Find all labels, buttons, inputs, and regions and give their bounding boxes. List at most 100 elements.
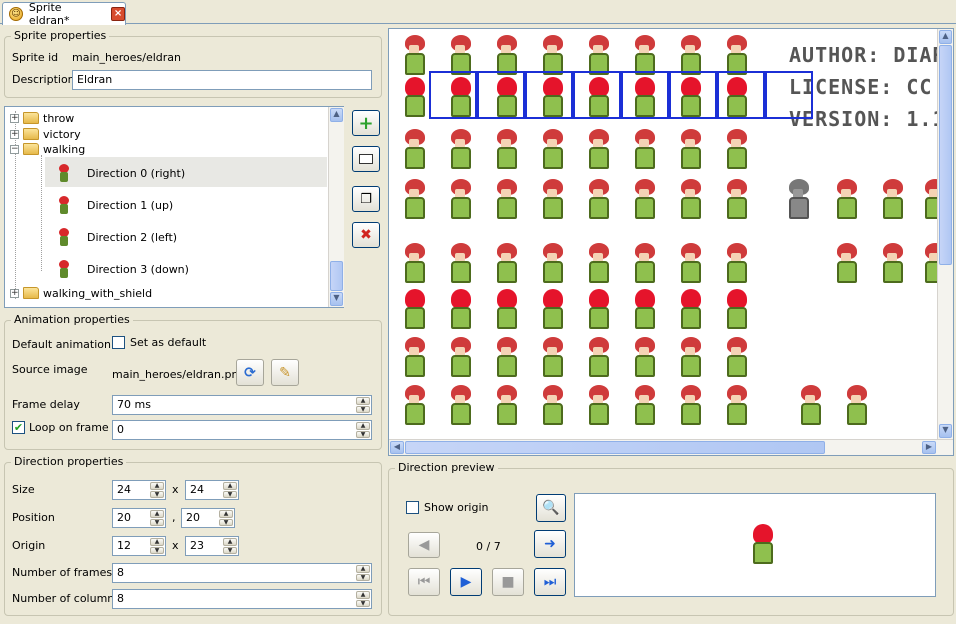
origin-x-spinner[interactable]: ▲ ▼ <box>150 538 164 554</box>
description-label: Description <box>12 73 75 86</box>
delete-button[interactable]: ✖ <box>352 222 380 248</box>
size-width-field[interactable]: 24 ▲ ▼ <box>112 480 166 500</box>
tree-item-throw[interactable]: + throw <box>10 110 74 126</box>
size-height-field[interactable]: 24 ▲ ▼ <box>185 480 239 500</box>
loop-frame-field[interactable]: 0 ▲ ▼ <box>112 420 372 440</box>
position-separator: , <box>172 511 176 524</box>
refresh-image-button[interactable]: ⟳ <box>236 359 264 386</box>
sprite-frame <box>535 333 569 381</box>
scroll-down-icon[interactable]: ▼ <box>330 292 343 306</box>
first-frame-button[interactable]: ⏮ <box>408 568 440 596</box>
frame-delay-spinner[interactable]: ▲ ▼ <box>356 397 370 413</box>
tree-item-direction-1[interactable]: Direction 1 (up) <box>57 193 173 217</box>
size-width-spinner[interactable]: ▲ ▼ <box>150 482 164 498</box>
scroll-down-icon[interactable]: ▼ <box>939 424 952 438</box>
number-of-frames-spinner[interactable]: ▲ ▼ <box>356 565 370 581</box>
position-y-field[interactable]: 20 ▲ ▼ <box>181 508 235 528</box>
frame-selection-rect <box>717 71 765 119</box>
origin-y-field[interactable]: 23 ▲ ▼ <box>185 536 239 556</box>
frame-delay-field[interactable]: 70 ms ▲ ▼ <box>112 395 372 415</box>
show-origin-checkbox[interactable] <box>406 501 419 514</box>
origin-separator: x <box>172 539 179 552</box>
number-of-columns-spinner[interactable]: ▲ ▼ <box>356 591 370 607</box>
tab-sprite-eldran[interactable]: ☺ Sprite eldran* × <box>2 1 126 27</box>
sprite-sheet-view[interactable]: AUTHOR: DIARA LICENSE: CC BY VERSION: 1.… <box>388 28 954 456</box>
sprite-frame <box>443 239 477 287</box>
scroll-right-icon[interactable]: ▶ <box>922 441 936 454</box>
expand-icon[interactable]: + <box>10 288 19 298</box>
size-height-spinner[interactable]: ▲ ▼ <box>223 482 237 498</box>
sprite-frame <box>719 125 753 173</box>
sheet-vertical-scrollbar[interactable]: ▲ ▼ <box>937 29 953 439</box>
collapse-icon[interactable]: − <box>10 144 19 154</box>
position-x-field[interactable]: 20 ▲ ▼ <box>112 508 166 528</box>
tree-item-walking-with-shield[interactable]: + walking_with_shield <box>10 285 152 301</box>
tree-item-direction-0[interactable]: Direction 0 (right) <box>57 161 185 185</box>
tree-scrollbar[interactable]: ▲ ▼ <box>328 107 344 307</box>
set-default-checkbox[interactable] <box>112 336 125 349</box>
previous-frame-button[interactable]: ◀ <box>408 532 440 558</box>
scroll-thumb[interactable] <box>939 45 952 265</box>
tree-item-victory[interactable]: + victory <box>10 126 81 142</box>
zoom-button[interactable]: 🔍 <box>536 494 566 522</box>
position-y-spinner[interactable]: ▲ ▼ <box>219 510 233 526</box>
close-tab-icon[interactable]: × <box>111 7 125 21</box>
origin-y-spinner[interactable]: ▲ ▼ <box>223 538 237 554</box>
frame-selection-rect <box>621 71 669 119</box>
tree-item-walking[interactable]: − walking <box>10 141 85 157</box>
folder-icon <box>23 112 39 124</box>
description-field[interactable]: Eldran <box>72 70 372 90</box>
show-origin-label: Show origin <box>424 501 489 514</box>
sprite-frame <box>839 381 873 429</box>
show-origin-row[interactable]: Show origin <box>406 501 489 514</box>
next-frame-button[interactable]: ➜ <box>534 530 566 558</box>
sheet-license-text: LICENSE: CC BY <box>789 75 954 99</box>
tree-item-label: Direction 1 (up) <box>87 198 174 212</box>
expand-icon[interactable]: + <box>10 113 19 123</box>
sprite-id-label: Sprite id <box>12 51 59 64</box>
scroll-thumb[interactable] <box>405 441 825 454</box>
sprite-frame <box>581 239 615 287</box>
last-frame-button[interactable]: ⏭ <box>534 568 566 596</box>
sprite-frame <box>489 381 523 429</box>
default-animation-label: Default animation <box>12 338 111 351</box>
scroll-thumb[interactable] <box>330 261 343 291</box>
position-x-spinner[interactable]: ▲ ▼ <box>150 510 164 526</box>
tree-item-label: walking <box>43 142 86 156</box>
origin-y-value: 23 <box>190 539 204 552</box>
sprite-frame <box>793 381 827 429</box>
loop-frame-spinner[interactable]: ▲ ▼ <box>356 422 370 438</box>
loop-on-frame-checkbox[interactable]: ✔ <box>12 421 25 434</box>
tree-item-label: Direction 3 (down) <box>87 262 189 276</box>
set-default-checkbox-row[interactable]: Set as default <box>112 336 206 349</box>
expand-icon[interactable]: + <box>10 129 19 139</box>
sprite-frame <box>397 31 431 79</box>
loop-on-frame-row[interactable]: ✔ Loop on frame <box>12 421 109 434</box>
stop-button[interactable]: ■ <box>492 568 524 596</box>
scroll-up-icon[interactable]: ▲ <box>939 30 952 44</box>
first-frame-icon: ⏮ <box>417 574 431 590</box>
sprite-frame <box>673 125 707 173</box>
position-x-value: 20 <box>117 511 131 524</box>
number-of-columns-field[interactable]: 8 ▲ ▼ <box>112 589 372 609</box>
origin-x-field[interactable]: 12 ▲ ▼ <box>112 536 166 556</box>
play-button[interactable]: ▶ <box>450 568 482 596</box>
sprite-editor-icon: ☺ <box>9 7 23 21</box>
change-image-button[interactable]: ✎ <box>271 359 299 386</box>
tree-item-direction-2[interactable]: Direction 2 (left) <box>57 225 177 249</box>
sprite-frame <box>489 285 523 333</box>
sheet-author-text: AUTHOR: DIARA <box>789 43 954 67</box>
frame-selection-rect <box>573 71 621 119</box>
sprite-frame <box>443 125 477 173</box>
rename-button[interactable] <box>352 146 380 172</box>
plus-icon: + <box>358 112 374 134</box>
sprite-frame <box>673 175 707 223</box>
add-animation-button[interactable]: + <box>352 110 380 136</box>
number-of-frames-field[interactable]: 8 ▲ ▼ <box>112 563 372 583</box>
sheet-horizontal-scrollbar[interactable]: ◀ ▶ <box>389 439 953 455</box>
tree-item-direction-3[interactable]: Direction 3 (down) <box>57 257 189 281</box>
scroll-up-icon[interactable]: ▲ <box>330 108 343 122</box>
scroll-left-icon[interactable]: ◀ <box>390 441 404 454</box>
duplicate-button[interactable]: ❐ <box>352 186 380 212</box>
sprite-frame <box>489 125 523 173</box>
